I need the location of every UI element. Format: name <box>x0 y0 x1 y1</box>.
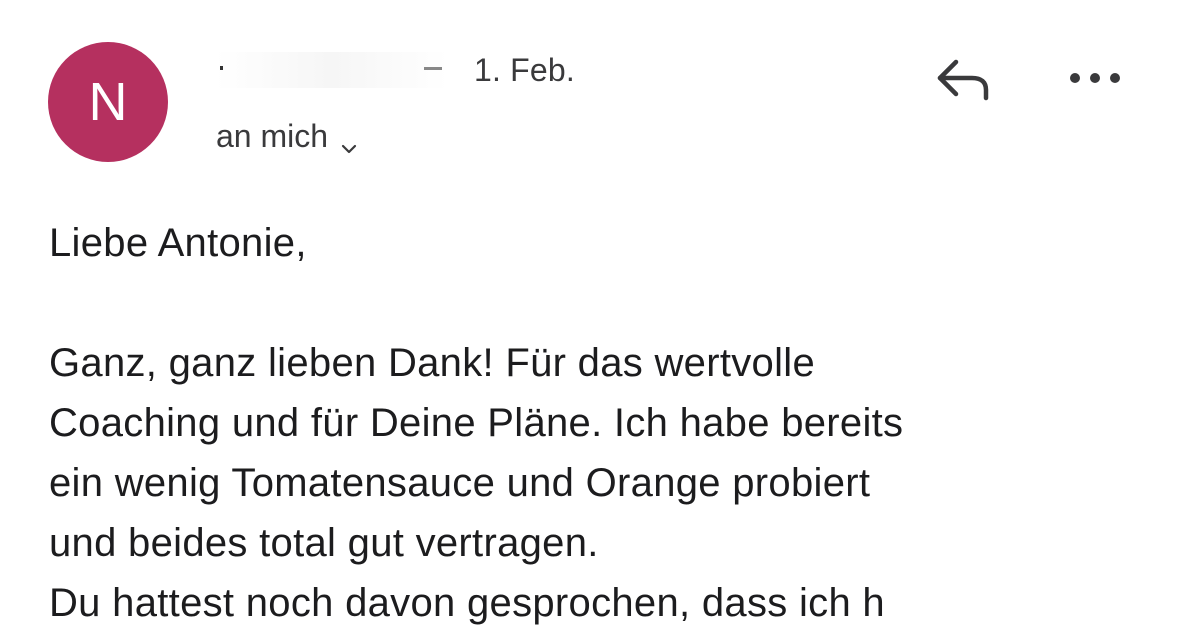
body-line: ein wenig Tomatensauce und Orange probie… <box>49 461 871 505</box>
reply-button[interactable] <box>928 50 996 106</box>
reply-icon <box>937 59 989 101</box>
body-line: Ganz, ganz lieben Dank! Für das wertvoll… <box>49 341 816 385</box>
recipient-label: an mich <box>216 117 329 154</box>
greeting: Liebe Antonie, <box>49 221 307 265</box>
chevron-down-icon <box>340 129 358 154</box>
message-body: Liebe Antonie, Ganz, ganz lieben Dank! F… <box>49 213 1159 633</box>
sender-row: 1. Feb. <box>216 48 575 92</box>
body-line: und beides total gut vertragen. <box>49 521 599 565</box>
recipient-toggle[interactable]: an mich <box>216 114 358 158</box>
more-options-icon <box>1070 73 1120 83</box>
more-options-button[interactable] <box>1062 56 1128 100</box>
message-header: N 1. Feb. an mich <box>0 0 1179 180</box>
avatar-initial: N <box>88 72 128 132</box>
sender-avatar[interactable]: N <box>48 42 168 162</box>
message-date: 1. Feb. <box>474 51 576 88</box>
sender-name-redacted[interactable] <box>216 52 448 88</box>
body-line: Coaching und für Deine Pläne. Ich habe b… <box>49 401 904 445</box>
body-line: Du hattest noch davon gesprochen, dass i… <box>49 581 885 625</box>
